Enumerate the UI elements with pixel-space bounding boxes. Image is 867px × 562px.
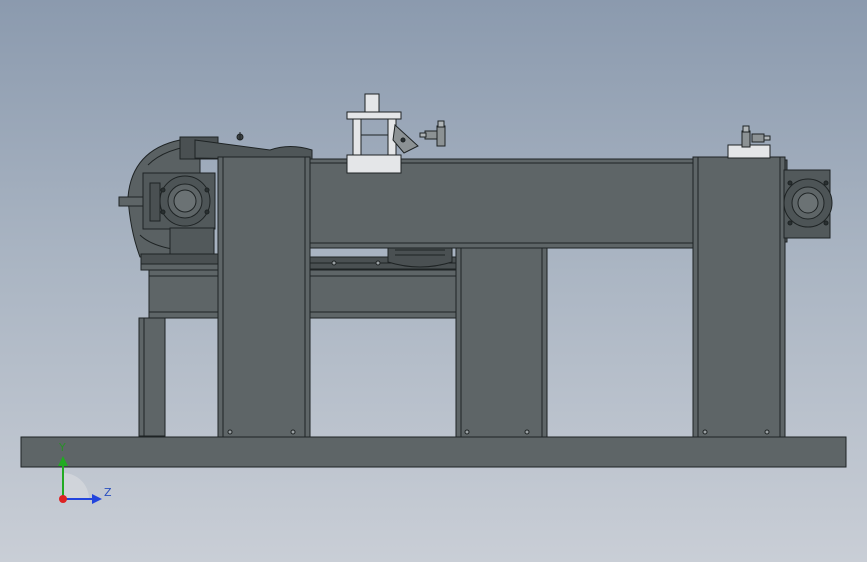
- pneumatic-valve-right: [741, 125, 771, 148]
- center-column: [455, 247, 548, 438]
- left-column: [217, 156, 311, 438]
- left-shaft-end: [173, 189, 197, 213]
- cad-viewport[interactable]: Y Z: [0, 0, 867, 562]
- angled-bracket: [392, 123, 419, 154]
- x-axis-origin: [59, 495, 67, 503]
- y-axis-label: Y: [59, 441, 66, 454]
- right-column: [692, 156, 786, 438]
- top-mounting-bracket: [346, 93, 402, 174]
- z-axis-arrow: [92, 494, 102, 504]
- right-shaft-end: [797, 192, 819, 214]
- pneumatic-valve-left: [419, 120, 446, 147]
- left-support-leg: [138, 317, 166, 437]
- machine-assembly-drawing[interactable]: [0, 0, 867, 562]
- base-plate: [20, 436, 847, 468]
- z-axis-label: Z: [104, 486, 112, 499]
